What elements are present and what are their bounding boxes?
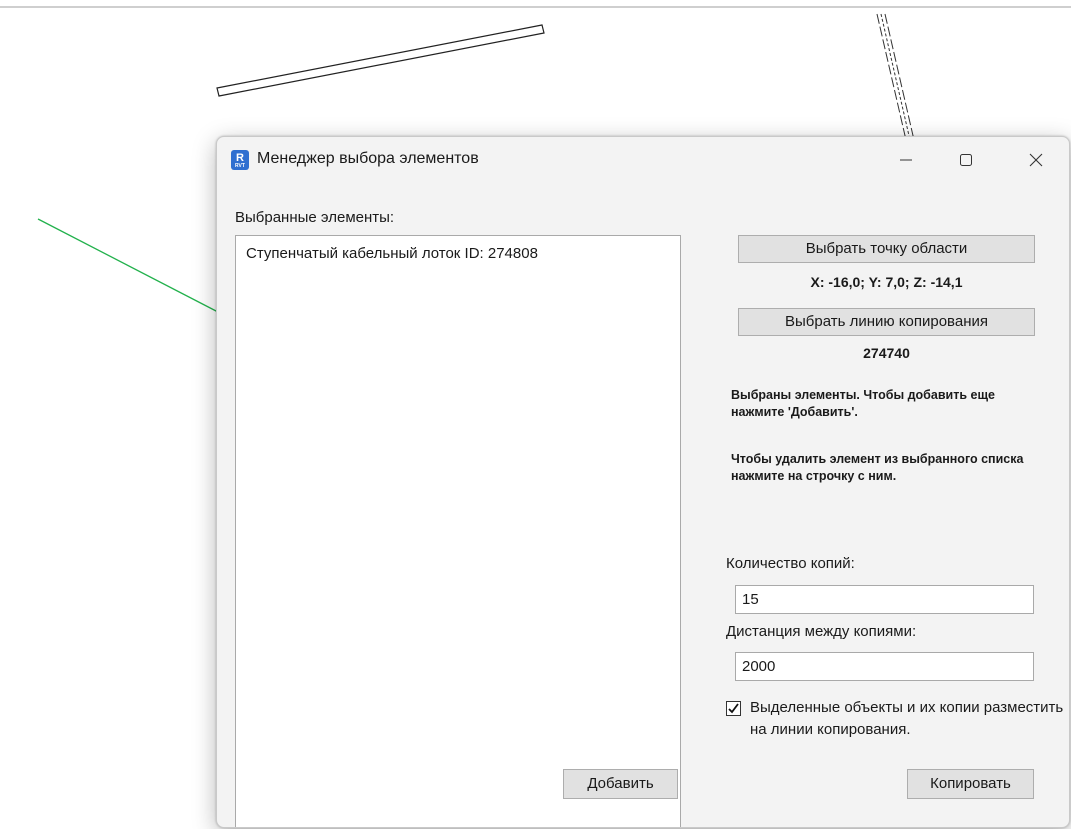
maximize-icon (960, 154, 972, 166)
minimize-icon (900, 159, 912, 161)
add-button[interactable]: Добавить (563, 769, 678, 799)
revit-app-icon: R RVT (231, 150, 249, 170)
checkmark-icon (728, 703, 739, 714)
close-button[interactable] (1013, 143, 1059, 177)
selected-elements-label: Выбранные элементы: (235, 209, 395, 226)
pick-area-point-button[interactable]: Выбрать точку области (738, 235, 1035, 263)
place-on-line-label[interactable]: Выделенные объекты и их копии разместить… (750, 697, 1069, 741)
hint-added: Выбраны элементы. Чтобы добавить еще наж… (731, 388, 995, 419)
pick-copy-line-button[interactable]: Выбрать линию копирования (738, 308, 1035, 336)
copy-button[interactable]: Копировать (907, 769, 1034, 799)
dashed-line-element[interactable] (876, 13, 915, 141)
list-item[interactable]: Ступенчатый кабельный лоток ID: 274808 (246, 245, 538, 262)
copies-count-field[interactable] (735, 585, 1034, 614)
place-on-line-checkbox[interactable] (726, 701, 741, 716)
window-title: Менеджер выбора элементов (257, 150, 479, 167)
close-icon (1029, 153, 1043, 167)
distance-label: Дистанция между копиями: (726, 623, 917, 640)
selected-elements-list[interactable]: Ступенчатый кабельный лоток ID: 274808 (235, 235, 681, 827)
minimize-button[interactable] (883, 143, 929, 177)
copies-count-label: Количество копий: (726, 555, 855, 572)
selection-manager-dialog: R RVT Менеджер выбора элементов Выбранны… (216, 136, 1070, 828)
maximize-button[interactable] (943, 143, 989, 177)
copy-line-element[interactable] (37, 218, 219, 313)
title-bar[interactable]: R RVT Менеджер выбора элементов (217, 137, 1069, 183)
hint-remove: Чтобы удалить элемент из выбранного спис… (731, 452, 1024, 483)
copy-line-id: 274740 (863, 345, 910, 361)
cable-tray-element[interactable] (216, 24, 545, 97)
point-coordinates: X: -16,0; Y: 7,0; Z: -14,1 (810, 274, 963, 290)
distance-field[interactable] (735, 652, 1034, 681)
